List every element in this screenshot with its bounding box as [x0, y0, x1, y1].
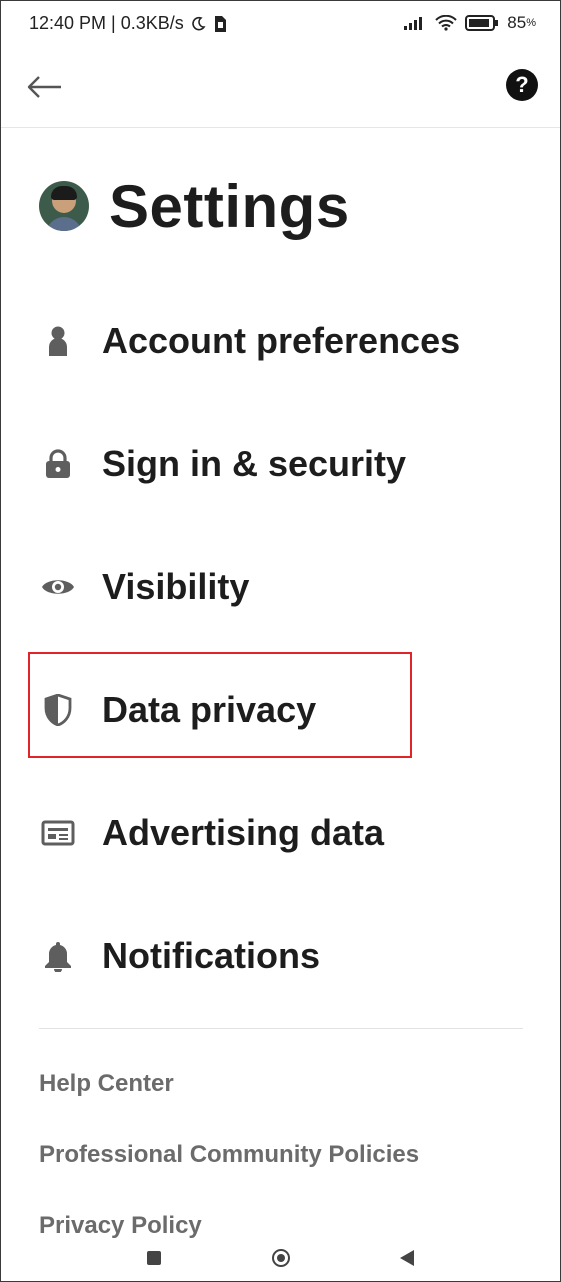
system-nav-bar [1, 1239, 560, 1279]
top-app-bar: ? [1, 47, 560, 128]
home-icon[interactable] [272, 1249, 290, 1267]
settings-menu: Account preferences Sign in & security V… [1, 279, 560, 1017]
screen: 12:40 PM | 0.3KB/s 85 % ? Settings Accou… [0, 0, 561, 1282]
lock-icon [41, 447, 75, 481]
menu-item-label: Sign in & security [102, 442, 407, 484]
status-left: 12:40 PM | 0.3KB/s [29, 13, 228, 34]
sim-icon [212, 15, 228, 33]
moon-icon [190, 16, 206, 32]
bell-icon [41, 939, 75, 973]
battery-icon [465, 15, 499, 31]
back-arrow-icon[interactable] [25, 67, 65, 107]
page-title: Settings [109, 172, 350, 240]
recents-icon[interactable] [147, 1251, 161, 1265]
battery-percent: 85 [507, 13, 527, 32]
menu-item-label: Account preferences [102, 319, 461, 361]
newspaper-icon [41, 816, 75, 850]
person-icon [41, 324, 75, 358]
help-center-link[interactable]: Help Center [39, 1070, 174, 1098]
signal-icon [403, 15, 427, 31]
privacy-policy-link[interactable]: Privacy Policy [39, 1212, 202, 1240]
help-icon[interactable]: ? [506, 69, 538, 101]
menu-item-label: Notifications [102, 934, 321, 976]
wifi-icon [435, 15, 458, 31]
menu-item-visibility[interactable]: Visibility [1, 525, 560, 648]
divider [39, 1028, 523, 1029]
menu-item-account-preferences[interactable]: Account preferences [1, 279, 560, 402]
menu-item-label: Advertising data [102, 811, 385, 853]
status-time: 12:40 PM | 0.3KB/s [29, 13, 184, 33]
settings-header: Settings [39, 171, 350, 241]
status-bar: 12:40 PM | 0.3KB/s 85 % [1, 1, 560, 47]
menu-item-sign-in-security[interactable]: Sign in & security [1, 402, 560, 525]
highlight-box [28, 652, 412, 758]
menu-item-notifications[interactable]: Notifications [1, 894, 560, 1017]
menu-item-advertising-data[interactable]: Advertising data [1, 771, 560, 894]
avatar[interactable] [39, 181, 89, 231]
status-right: 85% [403, 13, 536, 33]
menu-item-label: Visibility [102, 565, 250, 607]
community-policies-link[interactable]: Professional Community Policies [39, 1141, 419, 1169]
nav-back-icon[interactable] [400, 1250, 414, 1266]
eye-icon [41, 570, 75, 604]
